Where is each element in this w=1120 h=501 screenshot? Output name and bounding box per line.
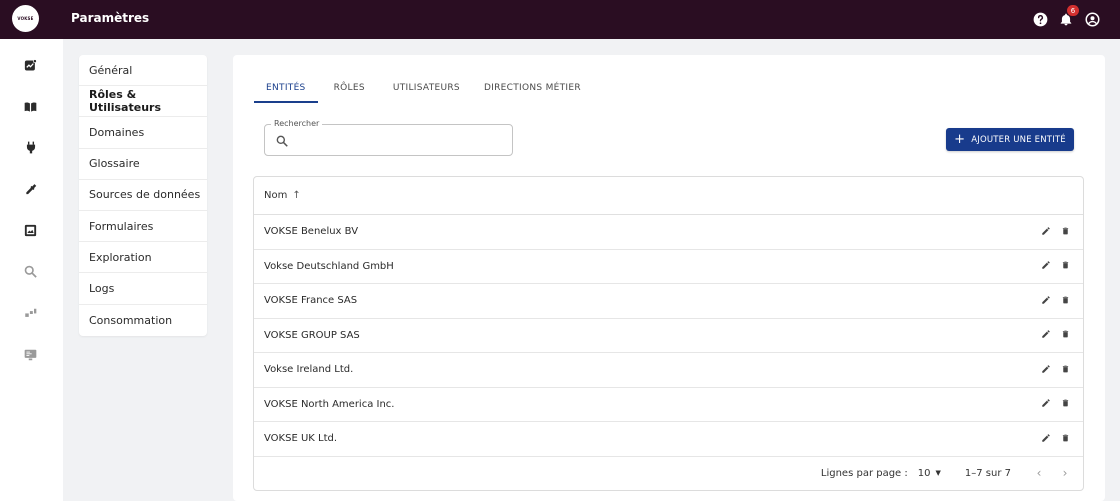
menu-item-label: Consommation <box>89 313 173 327</box>
menu-item-logs[interactable]: Logs <box>79 273 207 305</box>
table-row: Vokse Ireland Ltd. <box>254 353 1083 388</box>
menu-item-label: Domaines <box>89 125 145 139</box>
dashboard-icon[interactable] <box>22 305 39 322</box>
delete-icon[interactable] <box>1060 398 1070 409</box>
entity-name: Vokse Ireland Ltd. <box>264 364 354 376</box>
add-entity-label: AJOUTER UNE ENTITÉ <box>971 134 1066 145</box>
table-row: VOKSE France SAS <box>254 284 1083 319</box>
column-name-header[interactable]: Nom <box>264 190 287 201</box>
book-icon[interactable] <box>22 98 39 115</box>
rows-per-page-label: Lignes par page : <box>820 467 908 479</box>
tab-users[interactable]: UTILISATEURS <box>381 77 472 103</box>
menu-item-roles-users[interactable]: Rôles & Utilisateurs <box>79 86 207 118</box>
rows-per-page-value: 10 <box>917 467 931 479</box>
menu-item-label: Glossaire <box>89 157 140 171</box>
menu-item-exploration[interactable]: Exploration <box>79 242 207 274</box>
tab-entities[interactable]: ENTITÉS <box>254 77 318 103</box>
entities-table: Nom ↑ VOKSE Benelux BV Vokse Deutschland… <box>253 176 1084 491</box>
search-icon <box>275 133 289 147</box>
pagination-range: 1–7 sur 7 <box>964 467 1011 479</box>
delete-icon[interactable] <box>1060 294 1070 305</box>
edit-icon[interactable] <box>1041 432 1051 443</box>
delete-icon[interactable] <box>1060 260 1070 271</box>
menu-item-label: Sources de données <box>89 188 201 202</box>
plug-icon[interactable] <box>22 139 39 156</box>
search-icon[interactable] <box>22 263 39 280</box>
table-row: VOKSE GROUP SAS <box>254 319 1083 353</box>
top-bar: VOKSE Paramètres 6 <box>0 0 1120 39</box>
entity-name: Vokse Deutschland GmbH <box>264 260 394 272</box>
menu-item-domains[interactable]: Domaines <box>79 117 207 149</box>
menu-item-consumption[interactable]: Consommation <box>79 305 207 336</box>
table-header: Nom ↑ <box>254 177 1083 215</box>
edit-icon[interactable] <box>1041 398 1051 409</box>
app-logo[interactable]: VOKSE <box>12 5 39 32</box>
image-gallery-icon[interactable] <box>22 222 39 239</box>
edit-icon[interactable] <box>1041 294 1051 305</box>
entity-name: VOKSE North America Inc. <box>264 398 395 410</box>
tab-business-directions[interactable]: DIRECTIONS MÉTIER <box>472 77 593 103</box>
eyedropper-icon[interactable] <box>22 181 39 198</box>
delete-icon[interactable] <box>1060 363 1070 374</box>
next-page-icon[interactable]: › <box>1057 465 1073 481</box>
entity-name: VOKSE UK Ltd. <box>264 433 338 445</box>
table-row: Vokse Deutschland GmbH <box>254 250 1083 284</box>
entity-name: VOKSE France SAS <box>264 295 358 307</box>
help-icon[interactable] <box>1032 11 1048 27</box>
edit-icon[interactable] <box>1041 225 1051 236</box>
edit-icon[interactable] <box>1041 363 1051 374</box>
rows-per-page-select[interactable]: 10 ▼ <box>918 468 941 479</box>
edit-icon[interactable] <box>1041 329 1051 340</box>
edit-icon[interactable] <box>1041 260 1051 271</box>
caret-down-icon: ▼ <box>935 469 941 477</box>
entity-name: VOKSE Benelux BV <box>264 226 359 238</box>
menu-item-glossary[interactable]: Glossaire <box>79 149 207 180</box>
delete-icon[interactable] <box>1060 329 1070 340</box>
delete-icon[interactable] <box>1060 225 1070 236</box>
plus-icon: + <box>954 132 966 147</box>
add-entity-button[interactable]: + AJOUTER UNE ENTITÉ <box>946 128 1074 151</box>
menu-item-label: Exploration <box>89 250 152 264</box>
table-pagination: Lignes par page : 10 ▼ 1–7 sur 7 ‹ › <box>254 456 1083 490</box>
previous-page-icon[interactable]: ‹ <box>1031 465 1047 481</box>
menu-item-general[interactable]: Général <box>79 55 207 87</box>
table-row: VOKSE North America Inc. <box>254 388 1083 422</box>
side-rail <box>0 39 63 501</box>
notification-count-badge: 6 <box>1067 5 1079 16</box>
page-title: Paramètres <box>71 11 150 25</box>
table-row: VOKSE Benelux BV <box>254 215 1083 250</box>
search-input[interactable] <box>297 131 502 149</box>
menu-item-label: Général <box>89 63 133 77</box>
logo-text: VOKSE <box>17 16 34 21</box>
menu-item-data-sources[interactable]: Sources de données <box>79 180 207 211</box>
analytics-icon[interactable] <box>22 57 39 74</box>
tab-roles[interactable]: RÔLES <box>322 77 377 103</box>
tab-bar: ENTITÉS RÔLES UTILISATEURS DIRECTIONS MÉ… <box>254 77 593 103</box>
main-panel: ENTITÉS RÔLES UTILISATEURS DIRECTIONS MÉ… <box>233 55 1105 501</box>
sort-ascending-icon[interactable]: ↑ <box>292 190 300 201</box>
menu-item-forms[interactable]: Formulaires <box>79 211 207 243</box>
account-icon[interactable] <box>1084 11 1100 27</box>
search-label: Rechercher <box>271 119 323 128</box>
menu-item-label: Rôles & Utilisateurs <box>89 88 161 115</box>
table-row: VOKSE UK Ltd. <box>254 422 1083 457</box>
menu-item-label: Logs <box>89 281 115 295</box>
delete-icon[interactable] <box>1060 432 1070 443</box>
entity-name: VOKSE GROUP SAS <box>264 329 360 341</box>
settings-menu: Général Rôles & Utilisateurs Domaines Gl… <box>79 55 207 336</box>
menu-item-label: Formulaires <box>89 219 154 233</box>
search-field[interactable]: Rechercher <box>264 119 513 156</box>
monitor-icon[interactable] <box>22 346 39 363</box>
